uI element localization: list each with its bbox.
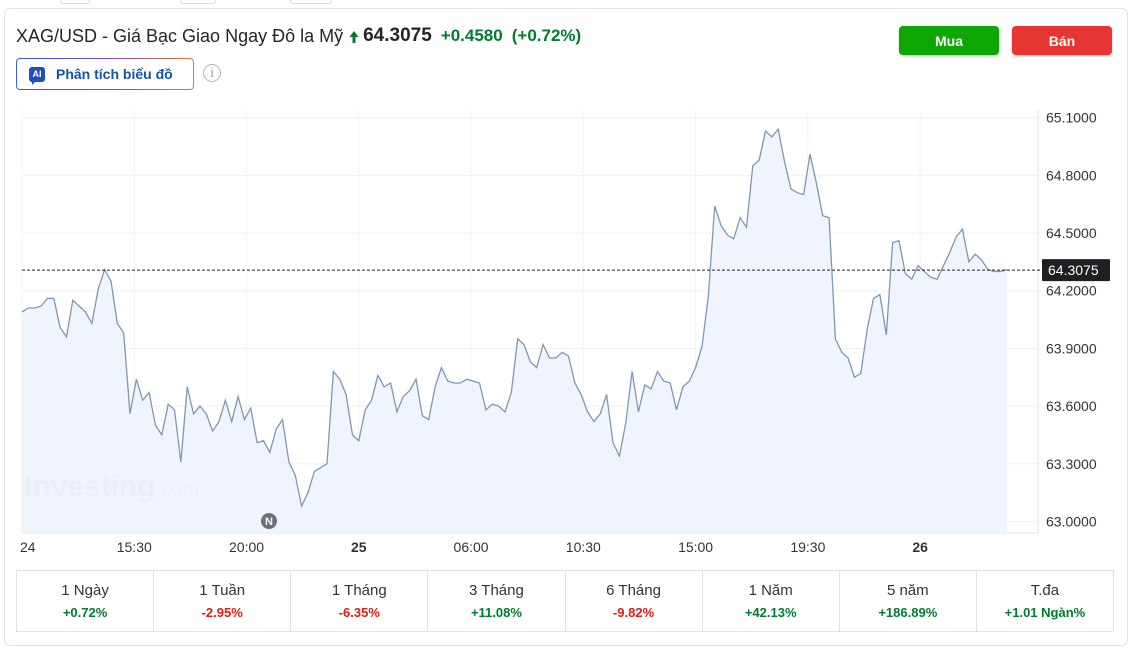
y-tick-label: 64.8000 xyxy=(1046,167,1097,183)
current-price-tag-text: 64.3075 xyxy=(1048,262,1099,278)
period-label: 5 năm xyxy=(886,582,929,599)
period-cell[interactable]: 1 Tháng -6.35% xyxy=(291,571,429,631)
x-tick-label: 15:30 xyxy=(117,539,152,555)
x-tick-label: 24 xyxy=(20,539,36,555)
news-marker[interactable]: N xyxy=(261,513,277,529)
x-tick-label: 25 xyxy=(351,539,367,555)
x-tick-label: 26 xyxy=(912,539,928,555)
period-cell[interactable]: 1 Tuần -2.95% xyxy=(154,571,292,631)
period-change: +186.89% xyxy=(878,605,938,620)
price-chart[interactable]: Investing.com 65.100064.800064.500064.20… xyxy=(0,0,1140,560)
y-tick-label: 65.1000 xyxy=(1046,110,1097,126)
period-change: -2.95% xyxy=(201,605,243,620)
period-label: 3 Tháng xyxy=(469,582,524,599)
x-tick-label: 06:00 xyxy=(454,539,489,555)
y-tick-label: 63.6000 xyxy=(1046,398,1097,414)
period-change: +1.01 Ngàn% xyxy=(1004,605,1086,620)
period-change: -9.82% xyxy=(612,605,655,620)
period-change: +0.72% xyxy=(62,605,108,620)
y-tick-label: 64.5000 xyxy=(1046,225,1097,241)
x-tick-label: 10:30 xyxy=(566,539,601,555)
x-tick-label: 20:00 xyxy=(229,539,264,555)
price-area xyxy=(22,129,1007,533)
period-cell[interactable]: T.đa +1.01 Ngàn% xyxy=(977,571,1113,631)
period-cell[interactable]: 5 năm +186.89% xyxy=(840,571,977,631)
y-tick-label: 63.9000 xyxy=(1046,340,1097,356)
period-label: 6 Tháng xyxy=(606,582,661,599)
y-tick-label: 63.0000 xyxy=(1046,513,1097,529)
current-price-tag: 64.3075 xyxy=(1042,259,1110,282)
period-label: 1 Tuần xyxy=(199,582,246,599)
period-label: 1 Tháng xyxy=(331,582,387,599)
performance-periods: 1 Ngày +0.72% 1 Tuần -2.95% 1 Tháng -6.35% 3 T… xyxy=(16,570,1114,632)
period-change: -6.35% xyxy=(338,605,380,620)
period-change: +42.13% xyxy=(744,605,797,620)
period-label: 1 Ngày xyxy=(61,582,109,599)
period-cell[interactable]: 3 Tháng +11.08% xyxy=(428,571,566,631)
y-tick-label: 63.3000 xyxy=(1046,456,1097,472)
x-tick-label: 19:30 xyxy=(790,539,825,555)
period-cell[interactable]: 1 Năm +42.13% xyxy=(703,571,840,631)
x-tick-label: 15:00 xyxy=(678,539,713,555)
news-marker-text: N xyxy=(265,516,273,528)
period-cell[interactable]: 1 Ngày +0.72% xyxy=(17,571,155,631)
y-tick-label: 64.2000 xyxy=(1046,283,1097,299)
period-label: 1 Năm xyxy=(748,582,793,599)
period-label: T.đa xyxy=(1030,582,1060,599)
period-change: +11.08% xyxy=(470,605,522,620)
period-cell[interactable]: 6 Tháng -9.82% xyxy=(566,571,703,631)
